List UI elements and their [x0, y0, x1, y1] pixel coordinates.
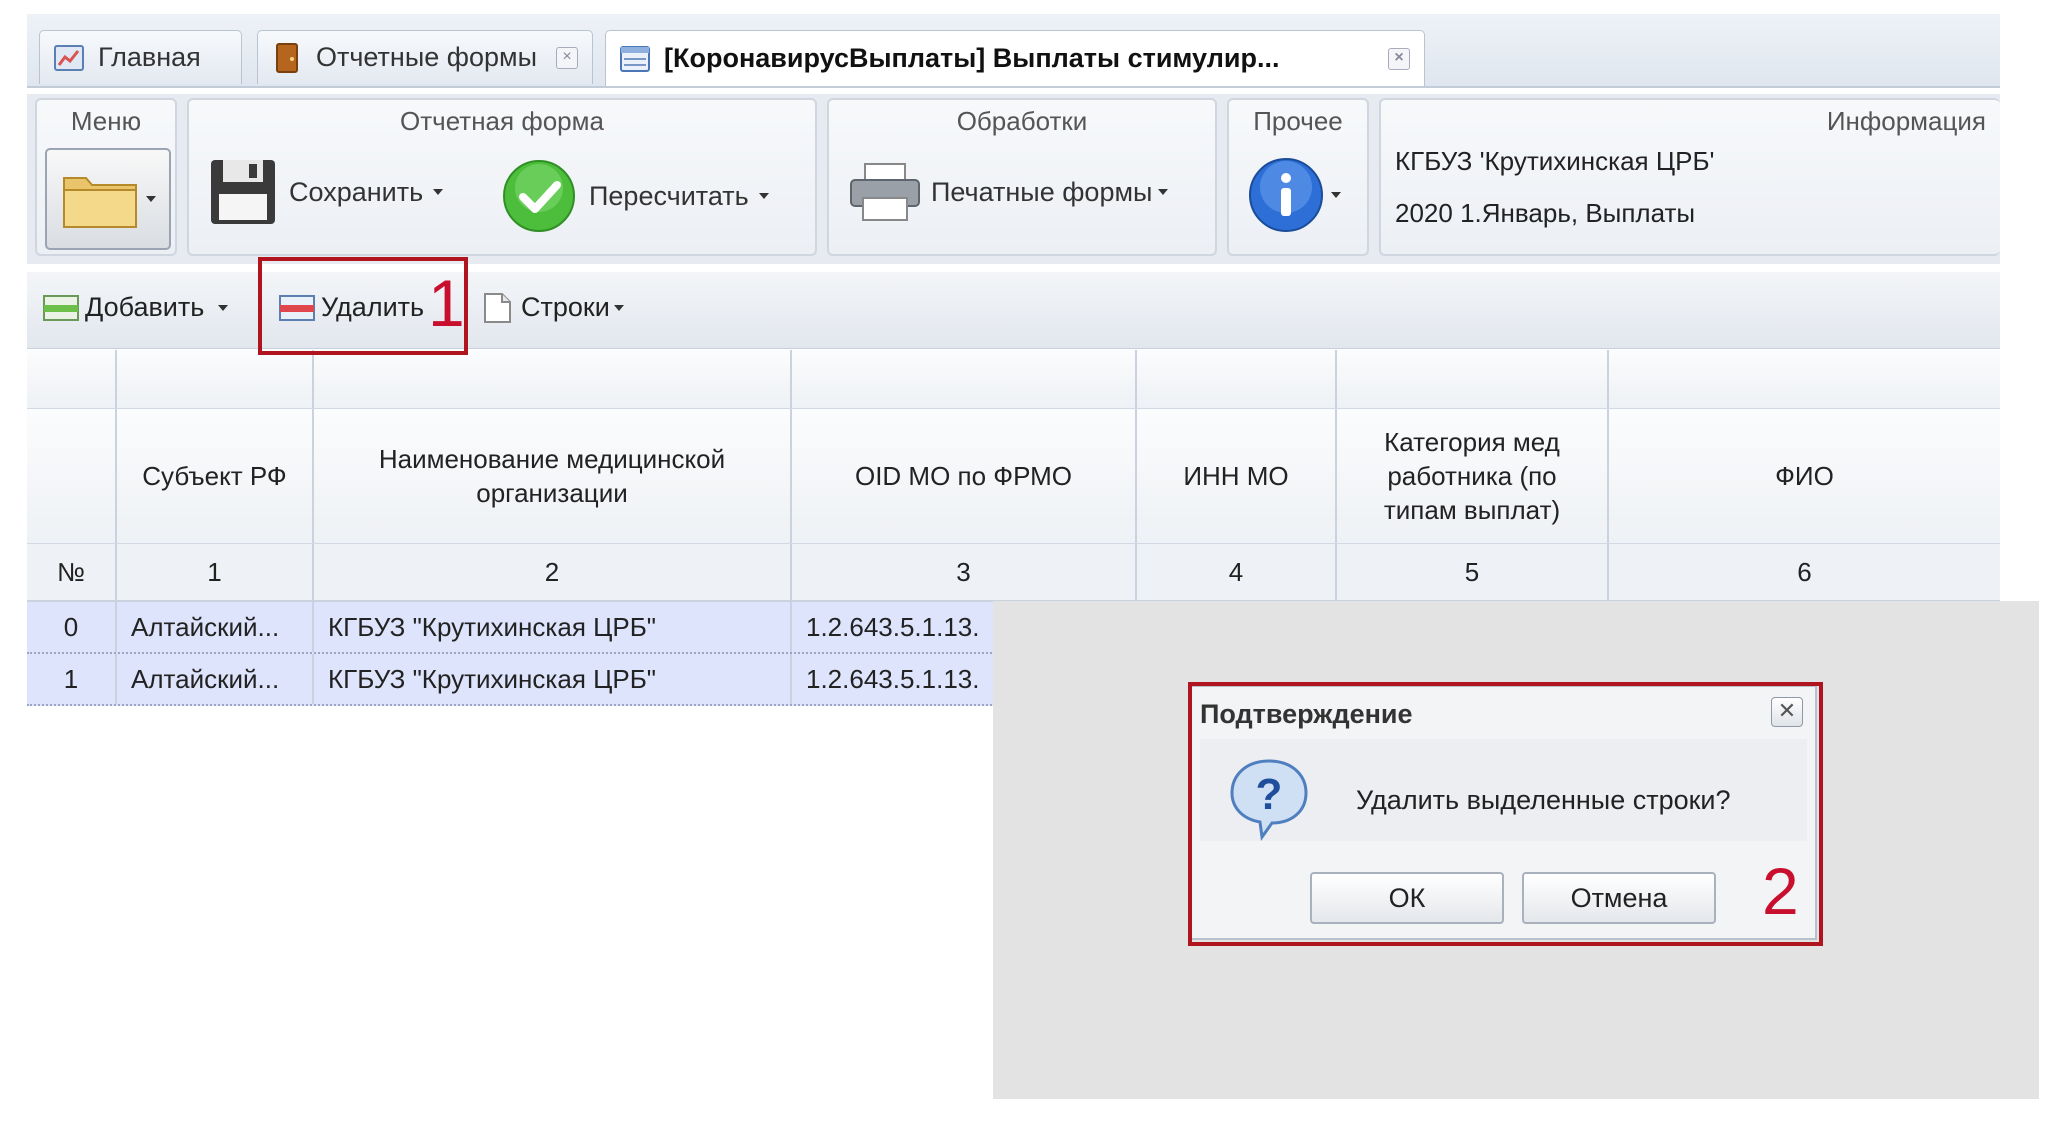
- column-number: 2: [314, 544, 792, 600]
- rows-label: Строки: [521, 292, 610, 322]
- column-header-category[interactable]: Категория мед работника (по типам выплат…: [1337, 409, 1609, 543]
- column-header-region[interactable]: Субъект РФ: [117, 409, 314, 543]
- column-header-fio[interactable]: ФИО: [1609, 409, 2000, 543]
- info-icon: [1249, 158, 1323, 232]
- cell-region[interactable]: Алтайский...: [117, 654, 314, 704]
- ribbon-group-report-form: Отчетная форма Сохранить Пересчитать: [187, 98, 817, 256]
- column-number-row: № 1 2 3 4 5 6: [27, 544, 2000, 602]
- tab-covid-payments-label: [КоронавирусВыплаты] Выплаты стимулир...: [664, 43, 1280, 73]
- chevron-down-icon: [613, 304, 624, 311]
- menu-button[interactable]: [45, 148, 171, 250]
- column-number: 6: [1797, 557, 1812, 587]
- door-icon: [276, 42, 298, 73]
- tab-home-label: Главная: [98, 42, 201, 72]
- save-button[interactable]: Сохранить: [209, 158, 444, 226]
- chevron-down-icon: [433, 189, 444, 195]
- row-number: 1: [27, 654, 117, 704]
- ribbon-group-title: Меню: [70, 106, 142, 136]
- column-number: 5: [1337, 544, 1609, 600]
- ribbon-group-processing: Обработки Печатные формы: [827, 98, 1217, 256]
- info-organization: КГБУЗ 'Крутихинская ЦРБ': [1395, 146, 1715, 176]
- chevron-down-icon: [1331, 192, 1341, 198]
- close-icon[interactable]: ×: [1388, 47, 1410, 70]
- cell-organization[interactable]: КГБУЗ "Крутихинская ЦРБ": [314, 654, 792, 704]
- ribbon-group-title: Отчетная форма: [400, 106, 604, 136]
- other-menu-button[interactable]: [1247, 156, 1341, 234]
- ribbon-group-other: Прочее: [1227, 98, 1369, 256]
- ribbon-group-title: Прочее: [1253, 106, 1343, 136]
- header-group-row: [27, 350, 2000, 409]
- tab-home[interactable]: Главная: [39, 30, 242, 84]
- ribbon-group-menu: Меню: [35, 98, 177, 256]
- add-label: Добавить: [85, 292, 205, 322]
- column-header-oid[interactable]: OID МО по ФРМО: [792, 409, 1137, 543]
- recalculate-button[interactable]: Пересчитать: [501, 158, 769, 234]
- document-icon: [484, 292, 511, 323]
- column-number: №: [27, 544, 117, 600]
- chevron-down-icon: [1158, 189, 1169, 195]
- column-header-organization[interactable]: Наименование медицинской организации: [314, 409, 792, 543]
- checkmark-icon: [503, 160, 575, 232]
- add-row-icon: [43, 294, 79, 321]
- ribbon-group-info: Информация КГБУЗ 'Крутихинская ЦРБ' 2020…: [1379, 98, 2000, 256]
- info-period: 2020 1.Январь, Выплаты: [1395, 198, 1696, 228]
- folder-icon: [63, 177, 137, 228]
- ribbon: Меню Отчетная форма Сохранить Пересчитат…: [27, 94, 2000, 264]
- printer-icon: [850, 163, 920, 221]
- cell-region[interactable]: Алтайский...: [117, 602, 314, 652]
- column-header-rownum[interactable]: [27, 409, 117, 543]
- tab-report-forms[interactable]: Отчетные формы ×: [257, 30, 593, 84]
- callout-number: 1: [428, 266, 465, 340]
- chevron-down-icon: [218, 304, 229, 311]
- callout-box-dialog: [1188, 682, 1823, 946]
- print-forms-label: Печатные формы: [931, 176, 1153, 207]
- cell-organization[interactable]: КГБУЗ "Крутихинская ЦРБ": [314, 602, 792, 652]
- print-forms-button[interactable]: Печатные формы: [849, 162, 1169, 222]
- tab-report-forms-label: Отчетные формы: [316, 42, 537, 72]
- callout-number: 2: [1762, 854, 1799, 928]
- rows-menu-button[interactable]: Строки: [479, 292, 624, 323]
- chevron-down-icon: [146, 196, 156, 202]
- tab-covid-payments[interactable]: [КоронавирусВыплаты] Выплаты стимулир...…: [605, 30, 1425, 86]
- ribbon-group-title: Информация: [1826, 106, 1986, 136]
- save-label: Сохранить: [289, 176, 424, 207]
- column-number: 3: [792, 544, 1137, 600]
- floppy-disk-icon: [211, 160, 275, 224]
- home-chart-icon: [54, 44, 84, 71]
- row-number: 0: [27, 602, 117, 652]
- column-number: 4: [1137, 544, 1337, 600]
- tab-strip: Главная Отчетные формы × [КоронавирусВып…: [27, 14, 2000, 88]
- column-number: 1: [117, 544, 314, 600]
- close-icon[interactable]: ×: [556, 46, 578, 69]
- chevron-down-icon: [758, 193, 769, 199]
- add-button[interactable]: Добавить: [43, 292, 229, 323]
- recalculate-label: Пересчитать: [589, 180, 749, 211]
- form-table-icon: [620, 45, 650, 72]
- column-header-row: Субъект РФ Наименование медицинской орга…: [27, 409, 2000, 544]
- ribbon-group-title: Обработки: [956, 106, 1088, 136]
- column-header-inn[interactable]: ИНН МО: [1137, 409, 1337, 543]
